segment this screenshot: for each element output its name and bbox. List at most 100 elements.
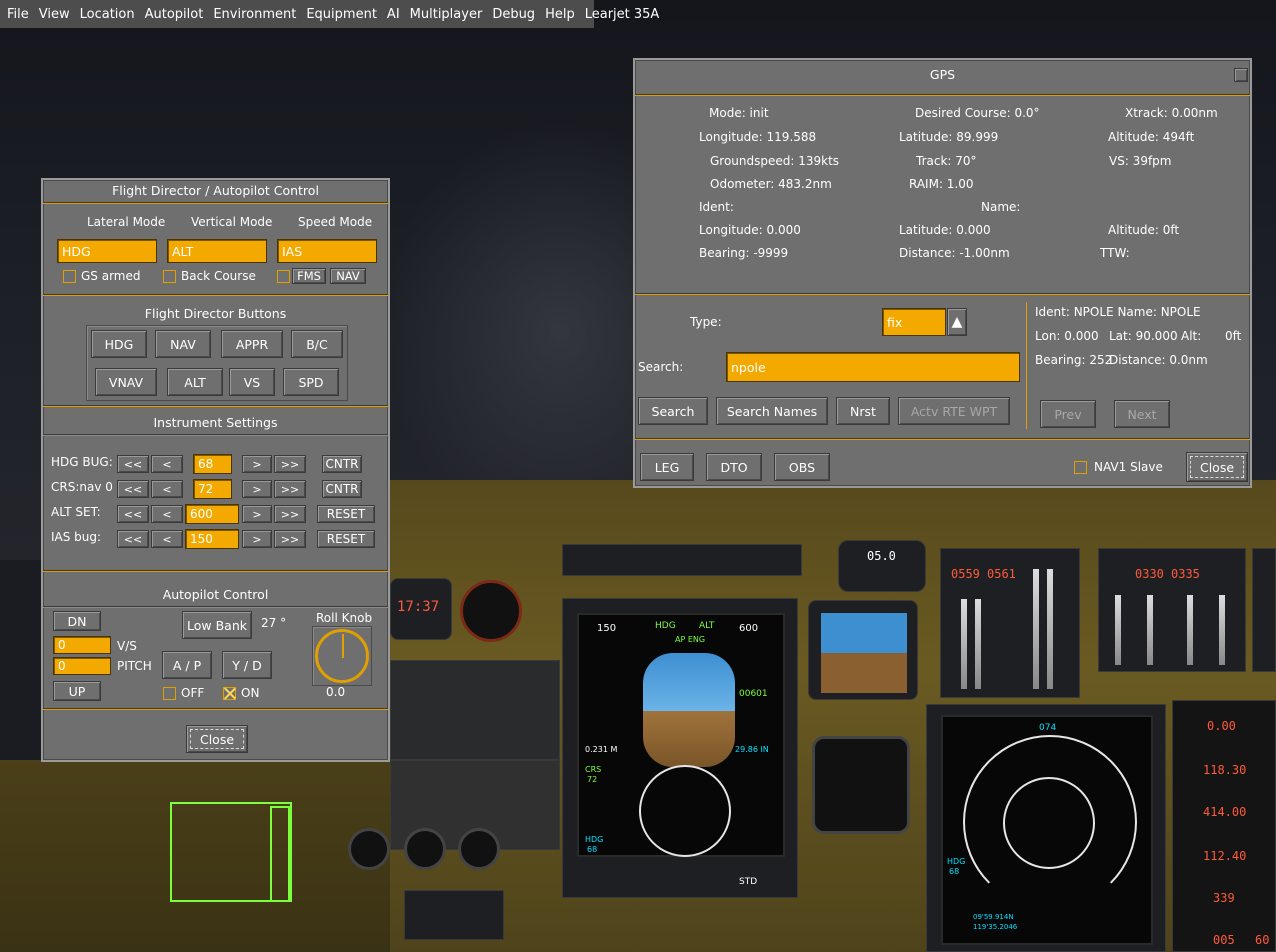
hdg-bug-field[interactable]: 68 [193,454,232,474]
gps-raim: RAIM: 1.00 [909,177,974,191]
menu-autopilot[interactable]: Autopilot [140,7,209,22]
gps-close-button[interactable]: Close [1186,452,1248,482]
fd-vnav-button[interactable]: VNAV [95,368,157,396]
type-field[interactable]: fix [882,308,946,336]
obs-button[interactable]: OBS [774,453,830,481]
fd-vs-button[interactable]: VS [229,368,275,396]
bank-angle-value: 27 ° [261,616,287,630]
menu-multiplayer[interactable]: Multiplayer [405,7,488,22]
menu-help[interactable]: Help [540,7,580,22]
hdg-bug-dec[interactable]: < [151,455,183,473]
crs-inc-large[interactable]: >> [274,480,306,498]
lateral-mode-header: Lateral Mode [87,215,166,229]
alt-set-reset-button[interactable]: RESET [317,505,375,523]
fd-appr-button[interactable]: APPR [221,330,283,358]
search-input[interactable]: npole [726,352,1020,382]
crs-inc[interactable]: > [242,480,272,498]
hdg-bug-dec-large[interactable]: << [117,455,149,473]
fd-spd-button[interactable]: SPD [283,368,339,396]
hdg-bug-center-button[interactable]: CNTR [322,455,362,473]
menu-aircraft[interactable]: Learjet 35A [580,7,665,22]
mfd-position-lon: 119'35.2046 [973,923,1018,931]
roll-knob[interactable] [315,629,369,683]
search-names-button[interactable]: Search Names [716,397,828,425]
fms-checkbox[interactable] [277,270,290,283]
menu-location[interactable]: Location [75,7,140,22]
crs-dec-large[interactable]: << [117,480,149,498]
pitch-down-button[interactable]: DN [53,611,101,631]
gps-window-toggle[interactable] [1234,68,1248,82]
fd-bc-button[interactable]: B/C [291,330,343,358]
type-select-arrow[interactable]: ▲ [947,308,967,336]
instr-separator [43,405,388,407]
vs-field[interactable]: 0 [53,636,111,654]
ias-bug-field[interactable]: 150 [185,529,239,549]
fd-alt-button[interactable]: ALT [167,368,223,396]
result-distance: Distance: 0.0nm [1109,353,1208,367]
pfd-screen: 150 600 HDG ALT AP ENG 00601 0.231 M 29.… [577,613,785,857]
alt-set-dec[interactable]: < [151,505,183,523]
menu-equipment[interactable]: Equipment [301,7,382,22]
crs-field[interactable]: 72 [193,479,232,499]
crs-dec[interactable]: < [151,480,183,498]
next-button[interactable]: Next [1114,400,1170,428]
search-button[interactable]: Search [638,397,708,425]
menu-file[interactable]: File [2,7,34,22]
fms-button[interactable]: FMS [292,268,326,284]
vertical-mode-field[interactable]: ALT [167,239,267,263]
leg-button[interactable]: LEG [640,453,694,481]
ias-bug-dec[interactable]: < [151,530,183,548]
gs-armed-checkbox[interactable] [63,270,76,283]
low-bank-button[interactable]: Low Bank [182,611,252,639]
alt-set-dec-large[interactable]: << [117,505,149,523]
pitch-up-button[interactable]: UP [53,681,101,701]
ap-on-checkbox[interactable] [223,687,236,700]
speed-mode-field[interactable]: IAS [277,239,377,263]
nav1-slave-checkbox[interactable] [1074,461,1087,474]
ias-bug-inc[interactable]: > [242,530,272,548]
lateral-mode-field[interactable]: HDG [57,239,157,263]
alt-set-field[interactable]: 600 [185,504,239,524]
autopilot-close-button[interactable]: Close [186,725,248,753]
crs-center-button[interactable]: CNTR [322,480,362,498]
nav-button[interactable]: NAV [330,268,366,284]
nearest-button[interactable]: Nrst [836,397,890,425]
alt-set-inc[interactable]: > [242,505,272,523]
ap-title-separator [43,606,388,608]
pitch-field[interactable]: 0 [53,657,111,675]
pfd-baro: 29.86 IN [735,745,769,754]
fd-nav-button[interactable]: NAV [155,330,211,358]
ias-bug-dec-large[interactable]: << [117,530,149,548]
menu-view[interactable]: View [34,7,75,22]
pfd-std-button[interactable]: STD [739,877,757,887]
prev-button[interactable]: Prev [1040,400,1096,428]
ias-bug-label: IAS bug: [51,530,102,544]
ias-bug-inc-large[interactable]: >> [274,530,306,548]
ap-off-checkbox[interactable] [163,687,176,700]
hdg-bug-inc[interactable]: > [242,455,272,473]
menu-environment[interactable]: Environment [208,7,301,22]
radio-readout-5: 339 [1213,891,1235,905]
radio-stack: 0.00 118.30 414.00 112.40 339 005 60 [1172,700,1276,952]
lower-gauge-3 [458,828,500,870]
engine-bar-2 [975,599,981,689]
yaw-damper-button[interactable]: Y / D [222,651,272,679]
gps-groundspeed: Groundspeed: 139kts [710,154,840,168]
alt-set-inc-large[interactable]: >> [274,505,306,523]
back-course-checkbox[interactable] [163,270,176,283]
radio-readout-6: 005 [1213,933,1235,947]
activate-route-waypoint-button[interactable]: Actv RTE WPT [898,397,1010,425]
pfd-crs-label: CRS [585,765,602,774]
clock-bezel: 17:37 [390,578,452,640]
autopilot-dialog: Flight Director / Autopilot Control Late… [41,178,390,762]
autopilot-engage-button[interactable]: A / P [162,651,212,679]
direct-to-button[interactable]: DTO [706,453,762,481]
fd-hdg-button[interactable]: HDG [91,330,147,358]
ias-bug-reset-button[interactable]: RESET [317,530,375,548]
menu-debug[interactable]: Debug [487,7,540,22]
pfd-crs-value: 72 [587,775,598,784]
menu-ai[interactable]: AI [382,7,405,22]
mfd-heading: 074 [1039,723,1057,733]
hdg-bug-inc-large[interactable]: >> [274,455,306,473]
title-separator [43,202,388,204]
